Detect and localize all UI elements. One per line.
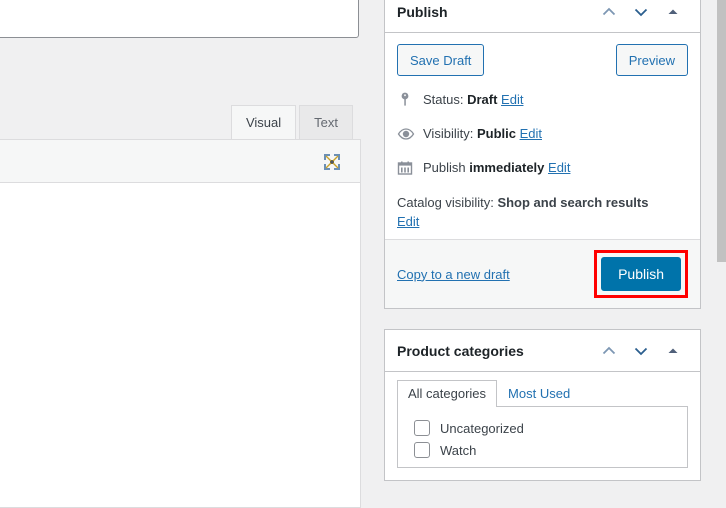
edit-visibility-link[interactable]: Edit <box>520 126 542 141</box>
status-label: Status: <box>423 92 468 107</box>
distraction-free-mode-icon[interactable] <box>320 150 344 174</box>
edit-publish-date-link[interactable]: Edit <box>548 160 570 175</box>
edit-status-link[interactable]: Edit <box>501 92 523 107</box>
tab-visual[interactable]: Visual <box>230 105 297 139</box>
editor-spacer <box>0 40 361 103</box>
status-text: Status: Draft Edit <box>423 91 688 109</box>
publishing-actions: Save Draft Preview <box>397 43 688 77</box>
triangle-up-icon[interactable] <box>658 336 688 366</box>
product-categories-metabox: Product categories All categories Most U… <box>384 329 701 481</box>
category-label: Uncategorized <box>440 420 524 436</box>
publish-button[interactable]: Publish <box>601 257 681 291</box>
publish-metabox-title: Publish <box>397 3 448 20</box>
pin-icon <box>397 91 423 113</box>
editor-column: Visual Text <box>0 0 361 508</box>
tab-all-categories[interactable]: All categories <box>397 380 498 407</box>
publish-metabox-header: Publish <box>385 0 700 33</box>
misc-publishing-actions: Status: Draft Edit Visibility: Public Ed… <box>397 77 688 235</box>
preview-button[interactable]: Preview <box>615 44 688 76</box>
chevron-down-icon[interactable] <box>626 336 656 366</box>
page-scrollbar-track[interactable] <box>717 0 726 505</box>
visibility-value: Public <box>476 126 516 141</box>
editor-toolbar <box>0 139 361 183</box>
chevron-up-icon[interactable] <box>594 336 624 366</box>
status-row: Status: Draft Edit <box>397 85 688 119</box>
publish-date-row: Publish immediately Edit <box>397 153 688 187</box>
save-draft-button[interactable]: Save Draft <box>397 44 485 76</box>
category-label: Watch <box>440 442 477 458</box>
editor-mode-tabs: Visual Text <box>230 103 353 139</box>
post-title-input[interactable] <box>0 0 359 38</box>
page-scrollbar-thumb[interactable] <box>717 0 726 262</box>
calendar-icon <box>397 159 423 181</box>
product-categories-title: Product categories <box>397 342 524 359</box>
catalog-visibility-row: Catalog visibility: Shop and search resu… <box>397 187 688 235</box>
visibility-text: Visibility: Public Edit <box>423 125 688 143</box>
status-value: Draft <box>467 92 498 107</box>
product-categories-controls <box>594 336 688 366</box>
minor-publishing-section: Save Draft Preview Status: Draft Edit Vi… <box>385 33 700 240</box>
copy-to-new-draft-link[interactable]: Copy to a new draft <box>397 267 510 282</box>
edit-catalog-visibility-link[interactable]: Edit <box>397 214 419 229</box>
tab-most-used[interactable]: Most Used <box>497 380 581 407</box>
checkbox-watch[interactable] <box>414 442 430 458</box>
eye-icon <box>397 125 423 147</box>
catalog-visibility-value: Shop and search results <box>497 195 649 210</box>
tab-text[interactable]: Text <box>299 105 353 139</box>
publish-metabox: Publish Save Draft Preview Status: Draft… <box>384 0 701 309</box>
publish-metabox-controls <box>594 0 688 27</box>
list-item[interactable]: Watch <box>406 439 679 461</box>
category-tabs: All categories Most Used <box>385 372 700 407</box>
chevron-up-icon[interactable] <box>594 0 624 27</box>
triangle-up-icon[interactable] <box>658 0 688 27</box>
product-categories-header: Product categories <box>385 330 700 372</box>
sidebar: Publish Save Draft Preview Status: Draft… <box>384 0 701 501</box>
major-publishing-section: Copy to a new draft Publish <box>385 240 700 308</box>
publish-date-text: Publish immediately Edit <box>423 159 688 177</box>
chevron-down-icon[interactable] <box>626 0 656 27</box>
editor-content-area[interactable] <box>0 183 361 508</box>
visibility-row: Visibility: Public Edit <box>397 119 688 153</box>
catalog-visibility-label: Catalog visibility: <box>397 195 498 210</box>
category-checklist: Uncategorized Watch <box>397 406 688 468</box>
publish-date-label: Publish <box>423 160 470 175</box>
checkbox-uncategorized[interactable] <box>414 420 430 436</box>
list-item[interactable]: Uncategorized <box>406 417 679 439</box>
visibility-label: Visibility: <box>423 126 477 141</box>
editor-wrap: Visual Text <box>0 103 361 508</box>
publish-button-highlight: Publish <box>594 250 688 298</box>
publish-date-value: immediately <box>469 160 545 175</box>
